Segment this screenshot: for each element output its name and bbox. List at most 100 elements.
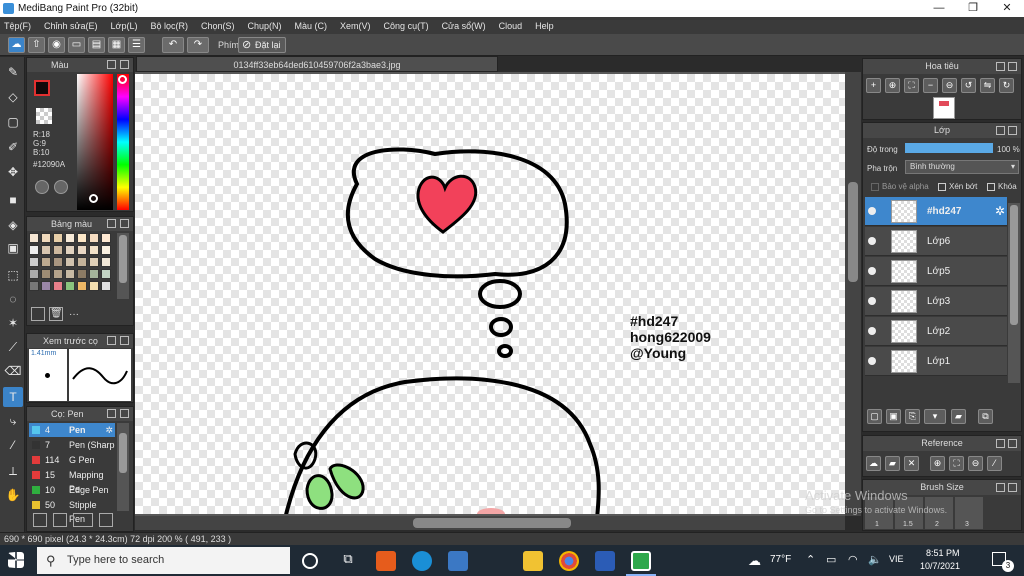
undo-icon[interactable]: ↶: [162, 37, 184, 53]
zoom-in-icon[interactable]: +: [866, 78, 881, 93]
panel-float-icon[interactable]: [107, 60, 116, 69]
panel-float-icon[interactable]: [996, 62, 1005, 71]
brush-item[interactable]: 4 Pen ✲: [29, 423, 115, 437]
layers-scrollbar[interactable]: [1008, 203, 1020, 383]
panel-close-icon[interactable]: [1008, 126, 1017, 135]
add-brush-icon[interactable]: [33, 513, 47, 527]
reference-zoom-in-icon[interactable]: ⊕: [930, 456, 945, 471]
panel-close-icon[interactable]: [1008, 439, 1017, 448]
brush-settings-gear-icon[interactable]: ✲: [105, 423, 113, 437]
panel-close-icon[interactable]: [120, 409, 129, 418]
canvas[interactable]: #hd247 hong622009 @Young: [135, 74, 845, 514]
lasso-tool-icon[interactable]: ◌: [3, 289, 23, 309]
close-button[interactable]: ✕: [990, 0, 1024, 17]
menu-help[interactable]: Help: [535, 21, 554, 31]
palette-swatch[interactable]: [65, 233, 75, 243]
hue-handle[interactable]: [118, 75, 127, 84]
weather-icon[interactable]: ☁: [748, 553, 761, 569]
menu-layer[interactable]: Lớp(L): [111, 21, 138, 31]
palette-more[interactable]: ···: [69, 309, 79, 320]
comment-icon[interactable]: ◉: [48, 37, 65, 53]
panel-float-icon[interactable]: [107, 219, 116, 228]
palette-swatch[interactable]: [41, 245, 51, 255]
palette-swatch[interactable]: [53, 281, 63, 291]
brush-menu-icon[interactable]: [73, 513, 93, 527]
panel-close-icon[interactable]: [120, 219, 129, 228]
fit-icon[interactable]: ⛶: [904, 78, 919, 93]
zoom-in-alt-icon[interactable]: ⊕: [885, 78, 900, 93]
menu-cloud[interactable]: Cloud: [499, 21, 523, 31]
panel-close-icon[interactable]: [120, 60, 129, 69]
palette-swatch[interactable]: [89, 257, 99, 267]
layer-copy-icon[interactable]: ⧉: [978, 409, 993, 424]
palette-swatch[interactable]: [53, 233, 63, 243]
palette-swatch[interactable]: [101, 281, 111, 291]
menu-capture[interactable]: Chụp(N): [248, 21, 282, 31]
transparent-color-swatch[interactable]: [36, 108, 52, 124]
hand-tool-icon[interactable]: ✋: [3, 485, 23, 505]
new-layer-icon[interactable]: ▢: [867, 409, 882, 424]
eraser-tool-icon[interactable]: ◇: [3, 87, 23, 107]
brush-scroll-thumb[interactable]: [119, 433, 127, 473]
menu-view[interactable]: Xem(V): [340, 21, 371, 31]
blend-mode-select[interactable]: Bình thường ▾: [905, 160, 1019, 174]
saturation-box[interactable]: [77, 74, 113, 210]
palette-swatch[interactable]: [53, 245, 63, 255]
brush-settings-icon[interactable]: [99, 513, 113, 527]
palette-swatch[interactable]: [65, 257, 75, 267]
brush-item[interactable]: 50 Stipple Pen: [29, 498, 115, 524]
foreground-color-swatch[interactable]: [34, 80, 50, 96]
navigator-thumbnail[interactable]: [933, 97, 955, 119]
layers-scroll-thumb[interactable]: [1010, 205, 1018, 325]
clock-time[interactable]: 8:51 PM: [926, 548, 960, 558]
select-pen-tool-icon[interactable]: ⟋: [3, 337, 23, 357]
layer-row[interactable]: Lớp2: [865, 317, 1007, 346]
layer-row[interactable]: Lớp3: [865, 287, 1007, 316]
palette-swatch[interactable]: [101, 257, 111, 267]
windows-start-icon[interactable]: [8, 552, 24, 568]
reference-fit-icon[interactable]: ⛶: [949, 456, 964, 471]
medibang-taskbar-icon[interactable]: [631, 551, 651, 571]
edge-browser-icon[interactable]: [412, 551, 432, 571]
palette-swatch[interactable]: [77, 245, 87, 255]
palette-swatch[interactable]: [77, 257, 87, 267]
tray-chevron-icon[interactable]: ⌃: [806, 553, 815, 566]
shape-tool-icon[interactable]: ■: [3, 190, 23, 210]
rotate-left-icon[interactable]: ↺: [961, 78, 976, 93]
palette-swatch[interactable]: [65, 269, 75, 279]
tablet-icon[interactable]: ▭: [68, 37, 85, 53]
new-palette-icon[interactable]: [31, 307, 45, 321]
maximize-button[interactable]: ❐: [956, 0, 990, 17]
new-layer-alt-icon[interactable]: ▣: [886, 409, 901, 424]
palette-swatch[interactable]: [65, 281, 75, 291]
canvas-horizontal-scrollbar[interactable]: [135, 516, 845, 530]
palette-swatch[interactable]: [41, 269, 51, 279]
brush-tool-icon[interactable]: ✎: [3, 62, 23, 82]
grid-icon[interactable]: ▦: [108, 37, 125, 53]
panel-float-icon[interactable]: [107, 409, 116, 418]
menu-file[interactable]: Tệp(F): [4, 21, 31, 31]
palette-scroll-thumb[interactable]: [119, 235, 127, 283]
palette-swatch[interactable]: [77, 233, 87, 243]
panel-float-icon[interactable]: [996, 126, 1005, 135]
wifi-icon[interactable]: ◠: [848, 553, 858, 566]
open-folder-icon[interactable]: ▰: [885, 456, 900, 471]
brush-item[interactable]: 15 Mapping Pe: [29, 468, 115, 494]
delete-palette-icon[interactable]: 🗑: [49, 307, 63, 321]
cloud-icon[interactable]: ☁: [8, 37, 25, 53]
brush-size-option[interactable]: 3: [955, 497, 983, 529]
close-reference-icon[interactable]: ✕: [904, 456, 919, 471]
word-icon[interactable]: [595, 551, 615, 571]
store-icon[interactable]: [448, 551, 468, 571]
palette-swatch[interactable]: [29, 281, 39, 291]
folder-icon[interactable]: ▰: [951, 409, 966, 424]
reference-zoom-out-icon[interactable]: ⊖: [968, 456, 983, 471]
protect-alpha-checkbox[interactable]: [871, 183, 879, 191]
flip-icon[interactable]: ⇋: [980, 78, 995, 93]
taskbar-search[interactable]: ⚲ Type here to search: [37, 547, 290, 574]
palette-swatch[interactable]: [77, 269, 87, 279]
layer-visibility-icon[interactable]: [868, 327, 876, 335]
office-app-icon[interactable]: [376, 551, 396, 571]
magic-wand-tool-icon[interactable]: ✶: [3, 313, 23, 333]
panel-float-icon[interactable]: [996, 483, 1005, 492]
